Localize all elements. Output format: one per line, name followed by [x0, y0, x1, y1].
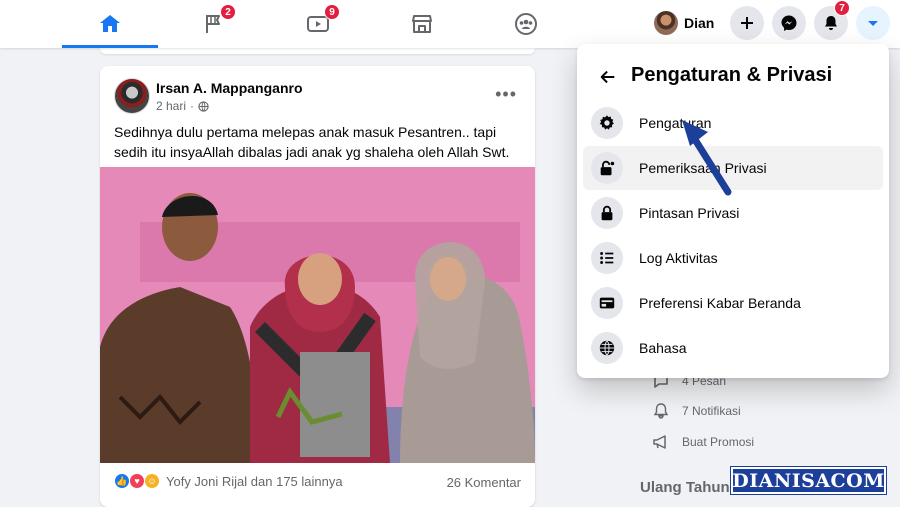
create-button[interactable] [730, 6, 764, 40]
menu-item-label: Bahasa [639, 340, 687, 356]
nav-tab-pages[interactable]: 2 [166, 0, 262, 48]
sidebar-item-notifications[interactable]: 7 Notifikasi [652, 402, 741, 420]
notification-badge: 7 [834, 0, 850, 16]
top-navigation-bar: 2 9 Dian 7 [0, 0, 900, 48]
watch-badge: 9 [324, 4, 340, 20]
lock-check-icon [600, 160, 615, 176]
notifications-button[interactable]: 7 [814, 0, 850, 40]
like-icon: 👍 [114, 473, 130, 489]
menu-item-label: Log Aktivitas [639, 250, 718, 266]
menu-item-label: Pintasan Privasi [639, 205, 740, 221]
care-icon: ☺ [144, 473, 160, 489]
nav-tab-marketplace[interactable] [374, 0, 470, 48]
menu-title: Pengaturan & Privasi [631, 64, 833, 86]
reaction-summary: Yofy Joni Rijal dan 175 lainnya [166, 473, 343, 489]
profile-name: Dian [684, 15, 715, 31]
annotation-arrow [682, 120, 732, 196]
globe-icon [599, 340, 615, 356]
account-menu-button[interactable] [856, 6, 890, 40]
post-author-name[interactable]: Irsan A. Mappanganro [156, 80, 303, 96]
sidebar-item-promote[interactable]: Buat Promosi [652, 433, 754, 451]
list-icon [600, 252, 614, 264]
avatar [654, 11, 678, 35]
post-reactions[interactable]: 👍 ♥ ☺ Yofy Joni Rijal dan 175 lainnya [114, 473, 343, 489]
messenger-button[interactable] [772, 6, 806, 40]
bell-icon [653, 403, 669, 419]
nav-tab-home[interactable] [62, 0, 158, 48]
plus-icon [741, 17, 753, 29]
menu-item-language[interactable]: Bahasa [583, 326, 883, 370]
sidebar-item-label: 7 Notifikasi [682, 404, 741, 418]
feed-icon [599, 297, 615, 309]
menu-item-label: Preferensi Kabar Beranda [639, 295, 801, 311]
messenger-icon [781, 15, 797, 31]
nav-tab-watch[interactable]: 9 [270, 0, 366, 48]
home-icon [100, 15, 120, 32]
previous-post-card [100, 48, 535, 54]
lock-icon [601, 205, 613, 221]
post-text: Sedihnya dulu pertama melepas anak masuk… [114, 124, 510, 160]
feed-post: Irsan A. Mappanganro 2 hari · ••• Sedihn… [100, 66, 535, 507]
comment-count[interactable]: 26 Komentar [447, 475, 521, 490]
post-meta: 2 hari · [156, 99, 209, 113]
graduation-photo [100, 167, 535, 463]
post-author-avatar[interactable] [114, 78, 150, 114]
nav-tab-groups[interactable] [478, 0, 574, 48]
post-options-button[interactable]: ••• [495, 84, 517, 105]
globe-icon [198, 100, 209, 112]
watermark-logo: DIANISACOM [730, 466, 887, 495]
post-time[interactable]: 2 hari [156, 99, 186, 113]
settings-privacy-menu: Pengaturan & Privasi Pengaturan Pemeriks… [577, 44, 889, 378]
marketplace-icon [412, 15, 432, 33]
groups-icon [515, 13, 537, 35]
gear-icon [599, 115, 614, 130]
birthdays-heading: Ulang Tahun [640, 479, 730, 496]
menu-item-activity-log[interactable]: Log Aktivitas [583, 236, 883, 280]
pages-badge: 2 [220, 4, 236, 20]
bell-icon [825, 16, 837, 30]
sidebar-item-label: Buat Promosi [682, 435, 755, 449]
love-icon: ♥ [129, 473, 145, 489]
back-button[interactable] [593, 62, 623, 92]
arrow-left-icon [600, 70, 615, 84]
profile-shortcut[interactable]: Dian [650, 8, 722, 38]
caret-down-icon [868, 21, 878, 26]
post-photo[interactable] [100, 167, 535, 463]
megaphone-icon [653, 435, 666, 449]
menu-item-news-feed-preferences[interactable]: Preferensi Kabar Beranda [583, 281, 883, 325]
